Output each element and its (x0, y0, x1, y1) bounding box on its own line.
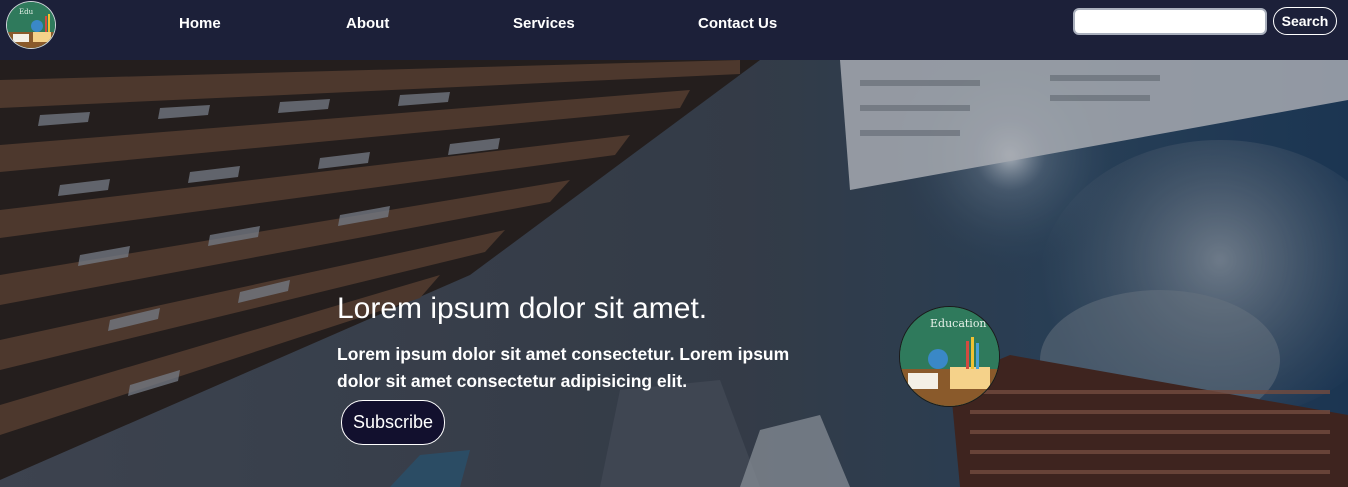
education-logo-icon[interactable]: Edu (6, 1, 56, 49)
hero-section: Lorem ipsum dolor sit amet. Lorem ipsum … (0, 60, 1348, 487)
hero-overlay (0, 60, 1348, 487)
hero-description: Lorem ipsum dolor sit amet consectetur. … (337, 344, 790, 391)
search-button[interactable]: Search (1273, 7, 1337, 35)
nav-link-about[interactable]: About (346, 15, 389, 32)
education-badge-image: Education (899, 306, 1000, 407)
badge-text: Education (930, 317, 987, 330)
nav-link-contact-us[interactable]: Contact Us (698, 15, 777, 32)
search-input[interactable] (1073, 8, 1267, 35)
hero-title: Lorem ipsum dolor sit amet. (337, 292, 708, 325)
nav-link-services[interactable]: Services (513, 15, 575, 32)
navbar: Edu Home About Services Contact Us Searc… (0, 0, 1348, 60)
subscribe-button[interactable]: Subscribe (341, 400, 445, 445)
nav-link-home[interactable]: Home (179, 15, 221, 32)
svg-text:Edu: Edu (19, 8, 34, 16)
